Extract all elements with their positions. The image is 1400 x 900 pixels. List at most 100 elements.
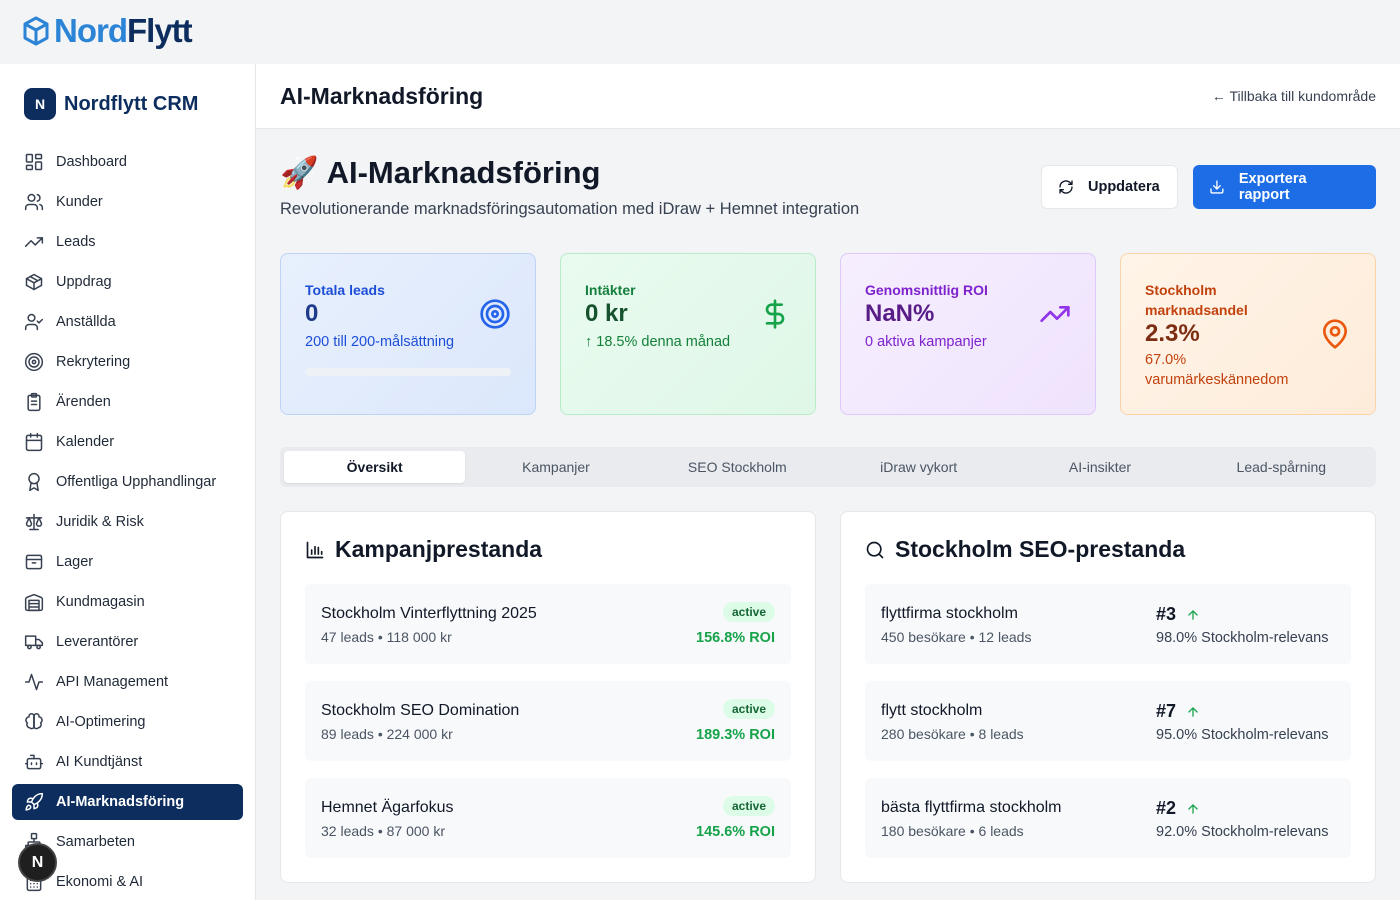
sidebar-item-api[interactable]: API Management (12, 664, 243, 700)
sidebar-item-kunder[interactable]: Kunder (12, 184, 243, 220)
stat-subtext: 200 till 200-målsättning (305, 334, 455, 350)
campaign-row[interactable]: Hemnet Ägarfokus 32 leads • 87 000 kr ac… (305, 778, 791, 858)
package-icon (25, 273, 43, 291)
scale-icon (25, 513, 43, 531)
sidebar-item-label: Rekrytering (56, 354, 131, 370)
campaign-meta: 32 leads • 87 000 kr (321, 823, 445, 839)
campaign-name: Stockholm SEO Domination (321, 702, 520, 719)
campaign-roi: 145.6% ROI (696, 824, 775, 840)
seo-meta: 180 besökare • 6 leads (881, 823, 1024, 839)
crm-logo: N (24, 88, 56, 120)
stat-value: 2.3% (1145, 320, 1200, 347)
campaign-row[interactable]: Stockholm Vinterflyttning 2025 47 leads … (305, 584, 791, 664)
stat-subtext: ↑ 18.5% denna månad (585, 334, 731, 350)
export-report-button[interactable]: Exportera rapport (1193, 165, 1376, 209)
tab-kampanjer[interactable]: Kampanjer (465, 451, 646, 483)
sidebar-item-label: Lager (56, 554, 94, 570)
sidebar-item-rekrytering[interactable]: Rekrytering (12, 344, 243, 380)
sidebar-item-label: API Management (56, 674, 169, 690)
campaign-row[interactable]: Stockholm SEO Domination 89 leads • 224 … (305, 681, 791, 761)
sidebar-item-label: Ärenden (56, 394, 111, 410)
sidebar-item-label: Leverantörer (56, 634, 139, 650)
trending-up-icon (24, 237, 44, 247)
seo-keyword-row[interactable]: bästa flyttfirma stockholm 180 besökare … (865, 778, 1351, 858)
floating-action-button[interactable]: N (18, 843, 57, 882)
sidebar-item-anstallda[interactable]: Anställda (12, 304, 243, 340)
page-header: AI-Marknadsföring ← Tillbaka till kundom… (256, 64, 1400, 129)
sidebar-item-dashboard[interactable]: Dashboard (12, 144, 243, 180)
stat-label: Stockholm marknadsandel (1145, 282, 1248, 318)
layout-grid-icon (25, 153, 43, 171)
box-icon (23, 16, 49, 46)
status-badge: active (722, 796, 775, 816)
sidebar-item-lager[interactable]: Lager (12, 544, 243, 580)
sidebar-item-ai-marknadsforing[interactable]: AI-Marknadsföring (12, 784, 243, 820)
sidebar-item-label: Kunder (56, 194, 103, 210)
sidebar-item-leads[interactable]: Leads (12, 224, 243, 260)
seo-relevance: 95.0% Stockholm-relevans (1156, 727, 1329, 743)
leads-progress-bar (305, 368, 511, 376)
status-badge: active (722, 602, 775, 622)
page-subtitle: Revolutionerande marknadsföringsautomati… (280, 200, 860, 218)
target-icon (480, 299, 510, 329)
tab-seo-stockholm[interactable]: SEO Stockholm (647, 451, 828, 483)
seo-keyword-row[interactable]: flyttfirma stockholm 450 besökare • 12 l… (865, 584, 1351, 664)
sidebar-header: N Nordflytt CRM (24, 88, 198, 120)
bot-icon (24, 754, 44, 770)
seo-meta: 280 besökare • 8 leads (881, 726, 1024, 742)
sidebar-item-kundmagasin[interactable]: Kundmagasin (12, 584, 243, 620)
panel-title: Stockholm SEO-prestanda (865, 536, 1185, 563)
stat-value: 0 kr (585, 300, 628, 327)
sidebar-item-ai-optimering[interactable]: AI-Optimering (12, 704, 243, 740)
seo-meta: 450 besökare • 12 leads (881, 629, 1032, 645)
sidebar-item-upphandlingar[interactable]: Offentliga Upphandlingar (12, 464, 243, 500)
sidebar-item-arenden[interactable]: Ärenden (12, 384, 243, 420)
sidebar-item-kalender[interactable]: Kalender (12, 424, 243, 460)
sidebar-item-label: AI-Marknadsföring (56, 794, 185, 810)
brand-logo[interactable]: NordFlytt (22, 12, 193, 50)
tab-ai-insikter[interactable]: AI-insikter (1009, 451, 1190, 483)
stat-label: Intäkter (585, 282, 636, 298)
sidebar-item-label: Leads (56, 234, 96, 250)
sidebar-item-ai-kundtjanst[interactable]: AI Kundtjänst (12, 744, 243, 780)
stat-subtext: 67.0% varumärkeskännedom (1145, 352, 1289, 388)
target-icon (24, 352, 44, 372)
sidebar: N Nordflytt CRM Dashboard Kunder Leads U… (0, 64, 256, 900)
seo-keyword-row[interactable]: flytt stockholm 280 besökare • 8 leads #… (865, 681, 1351, 761)
stat-label: Genomsnittlig ROI (865, 282, 988, 298)
brand-name: NordFlytt (54, 12, 193, 49)
export-button-label: Exportera rapport (1238, 171, 1307, 203)
campaign-meta: 47 leads • 118 000 kr (321, 629, 452, 645)
sidebar-item-uppdrag[interactable]: Uppdrag (12, 264, 243, 300)
campaign-meta: 89 leads • 224 000 kr (321, 726, 453, 742)
tab-oversikt[interactable]: Översikt (284, 451, 466, 483)
arrow-up-icon (1188, 803, 1198, 814)
user-check-icon (24, 313, 44, 331)
stat-label: Totala leads (305, 282, 385, 298)
campaign-roi: 156.8% ROI (696, 630, 775, 646)
stat-value: 0 (305, 300, 319, 327)
sidebar-item-label: Kundmagasin (56, 594, 145, 610)
warehouse-icon (24, 593, 44, 612)
rocket-icon (25, 792, 44, 811)
seo-keyword: flyttfirma stockholm (881, 605, 1018, 622)
seo-rank: #3 (1156, 604, 1200, 625)
arrow-up-icon (1188, 706, 1198, 717)
sidebar-item-label: Offentliga Upphandlingar (56, 474, 217, 490)
sidebar-item-label: Samarbeten (56, 834, 135, 850)
dollar-icon (765, 299, 785, 329)
arrow-up-icon (1188, 609, 1198, 620)
clipboard-icon (27, 392, 41, 412)
top-bar: NordFlytt (0, 0, 1400, 64)
tab-idraw-vykort[interactable]: iDraw vykort (828, 451, 1009, 483)
tab-lead-sparning[interactable]: Lead-spårning (1191, 451, 1372, 483)
stat-card-average-roi: Genomsnittlig ROI NaN% 0 aktiva kampanje… (840, 253, 1096, 415)
seo-rank: #2 (1156, 798, 1200, 819)
seo-keyword: flytt stockholm (881, 702, 983, 719)
page-title-text: AI-Marknadsföring (326, 154, 601, 190)
back-to-customer-area-link[interactable]: ← Tillbaka till kundområde (1212, 88, 1376, 104)
update-button[interactable]: Uppdatera (1041, 165, 1178, 209)
sidebar-item-leverantorer[interactable]: Leverantörer (12, 624, 243, 660)
sidebar-item-juridik[interactable]: Juridik & Risk (12, 504, 243, 540)
search-icon (866, 541, 884, 558)
